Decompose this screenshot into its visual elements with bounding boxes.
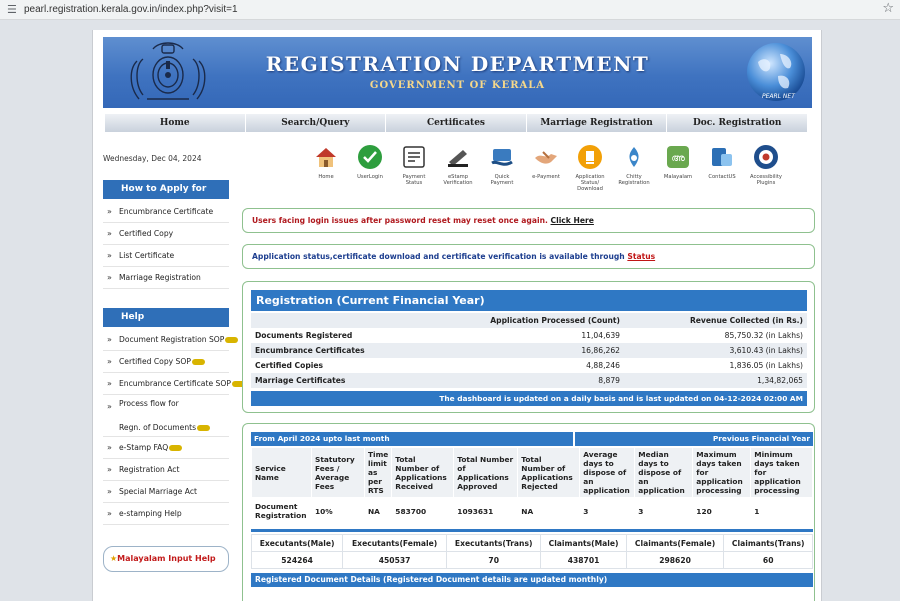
service-stats-table: Service Name Statutory Fees / Average Fe… [251,447,813,525]
service-stats-header: From April 2024 upto last month Previous… [251,432,813,446]
quick-link-userlogin[interactable]: UserLogin [351,144,389,180]
home-icon [316,148,336,167]
service-stats-panel: From April 2024 upto last month Previous… [242,423,815,601]
help-item-certified-copy-sop[interactable]: Certified Copy SOP [103,351,229,373]
table-row: Document Registration 10% NA 583700 1093… [251,497,813,525]
sidebar-item-marriage-registration[interactable]: Marriage Registration [103,267,229,289]
new-badge-icon [169,445,183,451]
quick-link-chitty-registration[interactable]: Chitty Registration [615,144,653,186]
status-notice: Application status,certificate download … [242,244,815,269]
new-badge-icon [225,337,239,343]
previous-year-heading: Previous Financial Year [575,432,813,446]
executants-claimants-table: Executants(Male) Executants(Female) Exec… [250,534,813,569]
help-item-registration-act[interactable]: Registration Act [103,459,229,481]
application-status-icon [578,145,602,169]
estamp-icon [448,150,468,167]
new-badge-icon [197,425,211,431]
help-item-estamping-help[interactable]: e-stamping Help [103,503,229,525]
nav-doc-registration[interactable]: Doc. Registration [667,114,808,132]
status-link[interactable]: Status [627,252,655,261]
quick-link-application-status[interactable]: Application Status/ Download [571,144,609,192]
registration-stats-title: Registration (Current Financial Year) [251,290,807,311]
divider [251,529,813,532]
registered-document-details-heading: Registered Document Details (Registered … [251,573,813,587]
browser-address-bar[interactable]: ☰ pearl.registration.kerala.gov.in/index… [0,0,900,20]
table-row: Marriage Certificates 8,879 1,34,82,065 [251,373,807,388]
payment-status-icon [403,146,425,168]
table-row: Certified Copies 4,88,246 1,836.05 (in L… [255,361,803,370]
nav-certificates[interactable]: Certificates [386,114,527,132]
table-row: Encumbrance Certificates 16,86,262 3,610… [251,343,807,358]
quick-link-malayalam[interactable]: അ Malayalam [659,144,697,180]
sidebar-item-certified-copy[interactable]: Certified Copy [103,223,229,245]
malayalam-input-help-button[interactable]: ★Malayalam Input Help [103,546,229,572]
how-to-apply-list: Encumbrance Certificate Certified Copy L… [103,201,229,289]
quick-link-quick-payment[interactable]: Quick Payment [483,144,521,186]
column-header-count: Application Processed (Count) [421,313,624,328]
url-text[interactable]: pearl.registration.kerala.gov.in/index.p… [24,4,238,15]
user-login-icon [358,145,382,169]
accessibility-icon [754,145,778,169]
help-heading: Help [103,308,229,327]
pearl-globe-logo: PEARL NET [747,43,805,101]
chitty-icon [629,147,639,167]
contact-icon [712,148,732,166]
quick-link-home[interactable]: Home [307,144,345,180]
banner-subtitle: GOVERNMENT OF KERALA [369,80,546,91]
quick-link-epayment[interactable]: e-Payment [527,144,565,180]
quick-links: Home UserLogin Payment Status eStamp Ver… [307,144,787,200]
registration-stats-table: Application Processed (Count) Revenue Co… [251,313,807,388]
banner-title: REGISTRATION DEPARTMENT [265,52,650,76]
help-item-document-registration-sop[interactable]: Document Registration SOP [103,329,239,351]
registration-stats-panel: Registration (Current Financial Year) Ap… [242,281,815,413]
svg-text:അ: അ [671,153,685,164]
nav-home[interactable]: Home [105,114,246,132]
help-item-process-flow[interactable]: Process flow forRegn. of Documents [103,395,229,437]
help-item-encumbrance-certificate-sop[interactable]: Encumbrance Certificate SOP [103,373,245,395]
new-badge-icon [191,359,205,365]
column-header-revenue: Revenue Collected (in Rs.) [624,313,807,328]
sidebar-item-list-certificate[interactable]: List Certificate [103,245,229,267]
help-item-special-marriage-act[interactable]: Special Marriage Act [103,481,229,503]
main-nav: Home Search/Query Certificates Marriage … [105,114,808,132]
login-issue-notice: Users facing login issues after password… [242,208,815,233]
quick-link-accessibility[interactable]: Accessibility Plugins [747,144,785,186]
how-to-apply-heading: How to Apply for [103,180,229,199]
site-banner: REGISTRATION DEPARTMENT GOVERNMENT OF KE… [103,37,812,108]
table-row: Documents Registered 11,04,639 85,750.32… [255,331,803,340]
nav-marriage-registration[interactable]: Marriage Registration [526,114,668,132]
globe-logo-text: PEARL NET [762,93,796,100]
site-info-icon[interactable]: ☰ [7,3,17,16]
epayment-icon [535,151,557,164]
current-date: Wednesday, Dec 04, 2024 [103,154,202,163]
quick-link-payment-status[interactable]: Payment Status [395,144,433,186]
quick-link-contactus[interactable]: ContactUS [703,144,741,180]
quick-link-estamp[interactable]: eStamp Verification [439,144,477,186]
bookmark-star-icon[interactable]: ☆ [882,1,894,16]
table-row: 524264 450537 70 438701 298620 60 [250,551,813,569]
dashboard-update-note: The dashboard is updated on a daily basi… [251,391,807,406]
sidebar-item-encumbrance-certificate[interactable]: Encumbrance Certificate [103,201,229,223]
help-item-estamp-faq[interactable]: e-Stamp FAQ [103,437,229,459]
click-here-link[interactable]: Click Here [551,216,594,225]
page: REGISTRATION DEPARTMENT GOVERNMENT OF KE… [92,30,822,601]
current-period-heading: From April 2024 upto last month [251,432,575,446]
nav-search-query[interactable]: Search/Query [245,114,387,132]
quick-payment-icon [491,149,513,166]
malayalam-icon: അ [667,146,689,168]
help-list: Document Registration SOP Certified Copy… [103,329,245,525]
